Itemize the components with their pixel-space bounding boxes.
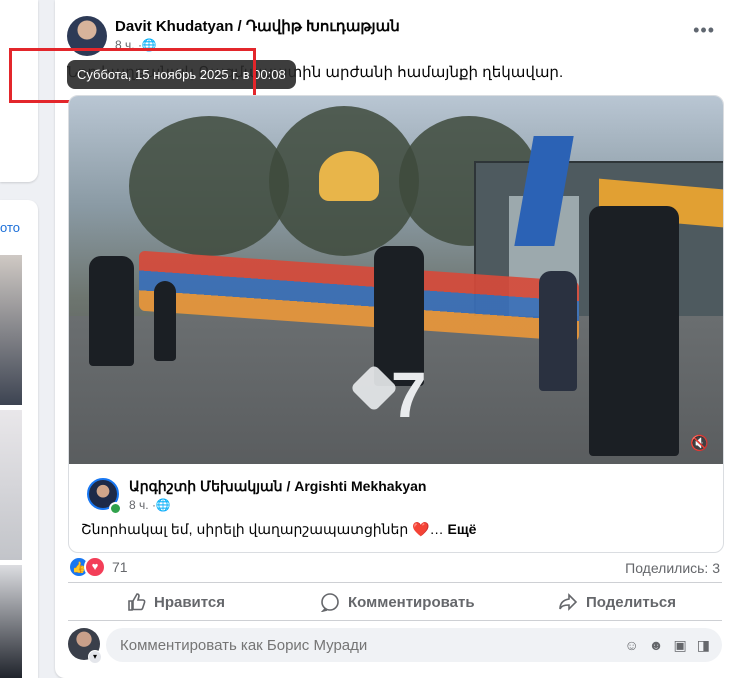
online-status-dot (109, 502, 122, 515)
thumbs-up-icon (128, 593, 146, 611)
person (154, 281, 176, 361)
gif-icon[interactable]: ▣ (674, 637, 687, 654)
share-button[interactable]: Поделиться (558, 590, 676, 614)
reaction-count[interactable]: 71 (112, 559, 128, 575)
love-reaction-icon: ♥ (84, 556, 106, 578)
person (89, 256, 134, 366)
left-rail-photos: ото (0, 200, 38, 678)
post-menu-icon[interactable]: ••• (693, 20, 715, 41)
person (589, 206, 679, 456)
photo-thumb[interactable] (0, 410, 22, 560)
comment-button[interactable]: Комментировать (320, 590, 475, 614)
reaction-summary[interactable]: 👍 ♥ 71 (68, 556, 128, 578)
like-label: Нравится (154, 593, 226, 611)
audience-globe-icon: ·🌐 (151, 498, 171, 512)
video-player[interactable]: 7 🔇 (69, 96, 723, 464)
comment-bubble-icon (320, 593, 339, 612)
left-rail-link[interactable]: ото (0, 220, 20, 235)
photo-thumb[interactable] (0, 255, 22, 405)
post-author[interactable]: Davit Khudatyan / Դավիթ Խուդաթյան (115, 17, 400, 35)
person (539, 271, 577, 391)
photo-thumb[interactable] (0, 565, 22, 678)
shared-post[interactable]: 7 🔇 Արգիշտի Մեխակյան / Argishti Mekhakya… (68, 95, 724, 553)
comment-tools: ☺ ☻ ▣ ◨ (625, 637, 711, 654)
divider (68, 620, 722, 621)
shared-time[interactable]: 8 ч. (129, 498, 149, 512)
speaker-muted-icon[interactable]: 🔇 (690, 434, 709, 452)
avatar-sticker-icon[interactable]: ☺ (625, 637, 639, 654)
comment-field[interactable]: ☺ ☻ ▣ ◨ (106, 628, 722, 662)
shared-meta: 8 ч. ·🌐 (129, 498, 171, 512)
emoji-icon[interactable]: ☻ (649, 637, 664, 654)
like-button[interactable]: Нравится (126, 590, 225, 614)
comment-label: Комментировать (348, 593, 475, 611)
overlay-number: 7 (391, 359, 427, 431)
shared-text-body: Շնորհակալ եմ, սիրելի վաղարշապատցիներ ❤️… (81, 521, 444, 537)
sticker-icon[interactable]: ◨ (697, 637, 710, 654)
chevron-down-icon[interactable]: ▾ (88, 650, 102, 664)
happy-town-sign (319, 151, 379, 201)
divider (68, 582, 722, 583)
tree (129, 116, 289, 256)
share-label: Поделиться (586, 593, 677, 611)
share-count[interactable]: Поделились: 3 (625, 560, 720, 576)
share-arrow-icon (559, 593, 578, 611)
shared-author[interactable]: Արգիշտի Մեխակյան / Argishti Mekhakyan (129, 478, 426, 495)
comment-input[interactable] (118, 635, 625, 655)
shared-text: Շնորհակալ եմ, սիրելի վաղարշապատցիներ ❤️…… (81, 521, 476, 538)
see-more-link[interactable]: Ещё (448, 521, 477, 537)
